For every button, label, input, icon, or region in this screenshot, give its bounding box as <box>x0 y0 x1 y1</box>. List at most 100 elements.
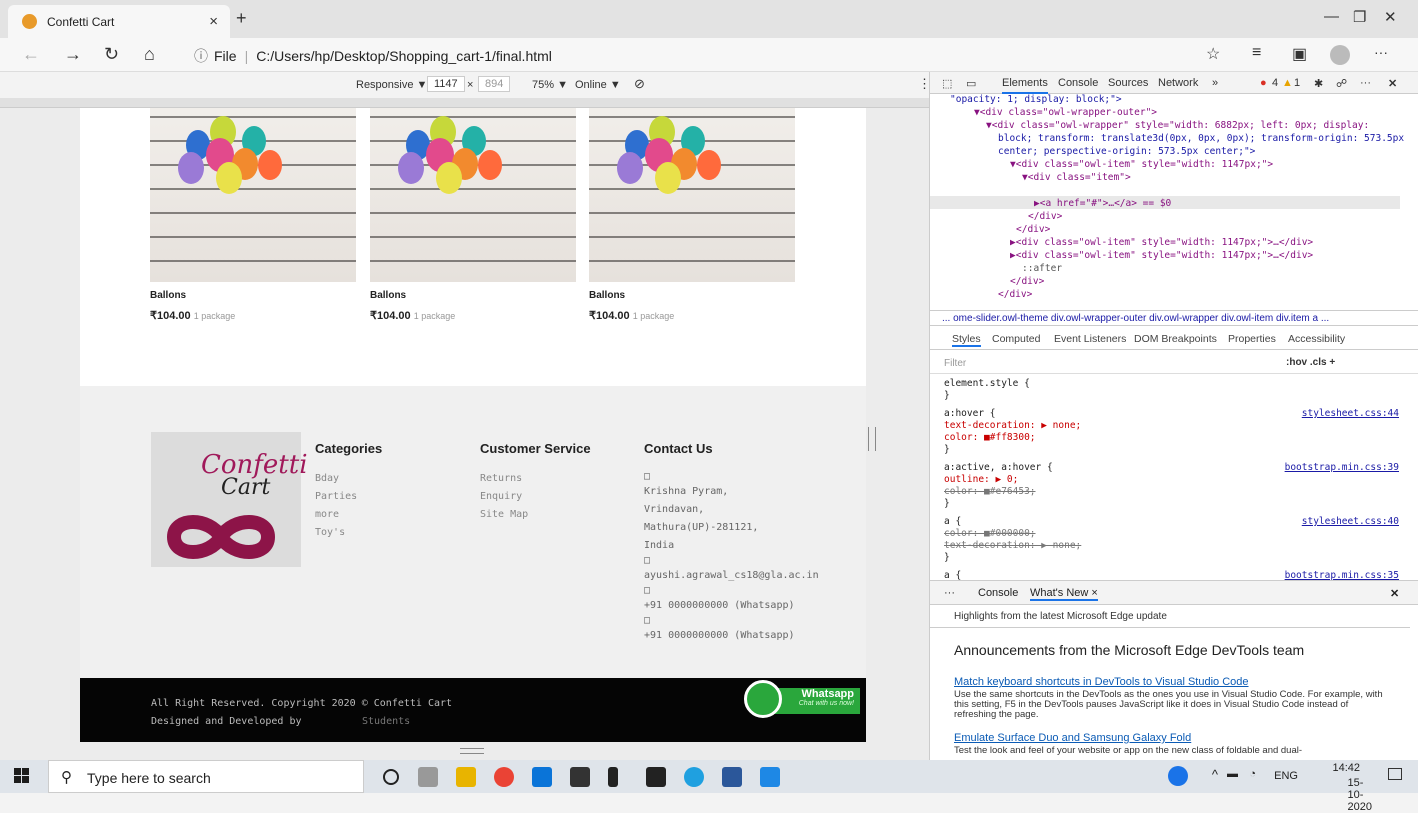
style-source-link[interactable]: bootstrap.min.css:39 <box>1285 462 1399 473</box>
tab-styles[interactable]: Styles <box>952 333 981 347</box>
category-link[interactable]: Bday <box>315 470 382 488</box>
device-toggle-icon[interactable]: ▭ <box>966 77 976 90</box>
favorite-star-icon[interactable]: ☆ <box>1206 44 1220 64</box>
dom-line[interactable]: </div> <box>1016 224 1050 235</box>
favorites-list-icon[interactable]: ≡ <box>1252 44 1261 62</box>
devtools-menu-icon[interactable]: ··· <box>1360 77 1371 89</box>
style-rule[interactable]: a { <box>944 516 961 527</box>
settings-more-icon[interactable]: ··· <box>1374 44 1388 60</box>
service-link[interactable]: Returns <box>480 470 591 488</box>
device-menu-icon[interactable]: ⋮ <box>918 76 929 92</box>
tab-confetti-cart[interactable]: Confetti Cart × <box>8 5 230 38</box>
dom-line[interactable]: ▼<div class="owl-item" style="width: 114… <box>1010 159 1273 170</box>
dom-line[interactable]: center; perspective-origin: 573.5px cent… <box>998 146 1255 157</box>
service-link[interactable]: Enquiry <box>480 488 591 506</box>
style-rule[interactable]: a:active, a:hover { <box>944 462 1053 473</box>
refresh-icon[interactable]: ↻ <box>104 44 119 65</box>
dom-line[interactable]: </div> <box>998 289 1032 300</box>
style-source-link[interactable]: stylesheet.css:40 <box>1302 516 1399 527</box>
style-property[interactable]: text-decoration: ▶ none; <box>944 420 1081 431</box>
back-icon[interactable]: ← <box>22 44 40 65</box>
viewport-height-input[interactable]: 894 <box>478 76 511 92</box>
dom-line-selected[interactable]: ▶<a href="#">…</a> == $0 <box>1034 198 1171 209</box>
info-icon[interactable]: ⓘ <box>194 48 208 64</box>
forward-icon[interactable]: → <box>64 44 82 65</box>
designed-by-link[interactable]: Students <box>362 716 410 727</box>
cortana-icon[interactable] <box>383 769 399 785</box>
tab-event-listeners[interactable]: Event Listeners <box>1054 333 1126 345</box>
tab-network[interactable]: Network <box>1158 77 1198 89</box>
error-icon[interactable]: ● <box>1260 77 1267 89</box>
rotate-icon[interactable]: ⊘ <box>634 76 645 92</box>
filter-input[interactable]: Filter <box>944 358 966 369</box>
viewport-width-input[interactable]: 1147 <box>427 76 465 92</box>
dom-line[interactable]: ▼<div class="owl-wrapper-outer"> <box>974 107 1157 118</box>
tab-computed[interactable]: Computed <box>992 333 1040 345</box>
close-window-button[interactable]: ✕ <box>1384 8 1397 26</box>
url-field[interactable]: ⓘ File | C:/Users/hp/Desktop/Shopping_cart-… <box>194 46 552 66</box>
devtools-close-icon[interactable]: ✕ <box>1388 77 1397 90</box>
service-link[interactable]: Site Map <box>480 506 591 524</box>
drawer-tab-console[interactable]: Console <box>978 587 1018 599</box>
dom-line[interactable]: ▶<div class="owl-item" style="width: 114… <box>1010 250 1313 261</box>
tab-dom-breakpoints[interactable]: DOM Breakpoints <box>1134 333 1217 345</box>
category-link[interactable]: Parties <box>315 488 382 506</box>
vscode-icon[interactable] <box>760 767 780 787</box>
profile-avatar[interactable] <box>1330 45 1350 65</box>
resize-handle-right[interactable] <box>868 427 876 451</box>
tab-properties[interactable]: Properties <box>1228 333 1276 345</box>
dom-line[interactable]: ::after <box>1022 263 1062 274</box>
maximize-button[interactable]: ❐ <box>1353 8 1366 26</box>
zoom-dropdown[interactable]: 75% ▼ <box>532 79 568 91</box>
contact-email[interactable]: ayushi.agrawal_cs18@gla.ac.in <box>644 567 819 585</box>
minimize-button[interactable]: — <box>1324 8 1339 25</box>
taskbar-search[interactable]: ⚲ Type here to search <box>48 760 364 793</box>
help-icon[interactable] <box>1168 766 1188 786</box>
style-property[interactable]: color: ■#ff8300; <box>944 432 1036 443</box>
battery-icon[interactable]: ▬ <box>1227 768 1238 780</box>
dropbox-icon[interactable] <box>646 767 666 787</box>
new-tab-button[interactable]: + <box>236 8 247 29</box>
language-indicator[interactable]: ENG <box>1274 770 1298 782</box>
windows-start-icon[interactable] <box>14 768 30 784</box>
dom-line[interactable]: "opacity: 1; display: block;"> <box>950 94 1122 105</box>
network-dropdown[interactable]: Online ▼ <box>575 79 621 91</box>
dom-line[interactable]: ▼<div class="owl-wrapper" style="width: … <box>986 120 1369 131</box>
app-icon[interactable] <box>608 767 618 787</box>
style-property[interactable]: outline: ▶ 0; <box>944 474 1018 485</box>
tab-close-icon[interactable]: × <box>209 13 218 30</box>
confetti-cart-logo[interactable]: Confetti Cart <box>151 432 308 567</box>
drawer-menu-icon[interactable]: ··· <box>944 587 955 599</box>
word-icon[interactable] <box>722 767 742 787</box>
file-explorer-icon[interactable] <box>456 767 476 787</box>
dom-line[interactable]: </div> <box>1028 211 1062 222</box>
media-query-ruler[interactable] <box>0 98 929 108</box>
resize-handle-bottom[interactable] <box>460 748 484 754</box>
chrome-icon[interactable] <box>494 767 514 787</box>
dom-line[interactable]: block; transform: translate3d(0px, 0px, … <box>998 133 1404 144</box>
dom-line[interactable]: ▶<div class="owl-item" style="width: 114… <box>1010 237 1313 248</box>
product-image[interactable] <box>370 108 576 282</box>
feedback-icon[interactable]: ☍ <box>1336 77 1347 90</box>
product-card[interactable]: Ballons ₹104.00 1 package <box>150 108 356 322</box>
inspect-icon[interactable]: ⬚ <box>942 77 952 90</box>
dom-tree[interactable]: "opacity: 1; display: block;"> ▼<div cla… <box>930 94 1418 310</box>
filter-tools[interactable]: :hov .cls + <box>1286 357 1335 368</box>
responsive-dropdown[interactable]: Responsive ▼ <box>356 79 427 91</box>
product-image[interactable] <box>150 108 356 282</box>
task-view-icon[interactable] <box>418 767 438 787</box>
mail-icon[interactable] <box>532 767 552 787</box>
tab-accessibility[interactable]: Accessibility <box>1288 333 1345 345</box>
warning-icon[interactable]: ▲ <box>1282 77 1293 89</box>
edge-icon[interactable] <box>684 767 704 787</box>
wifi-icon[interactable]: ◔ <box>1249 768 1256 780</box>
style-rule[interactable]: element.style { <box>944 378 1030 389</box>
element-breadcrumb[interactable]: ... ome-slider.owl-theme div.owl-wrapper… <box>930 310 1418 326</box>
collections-icon[interactable]: ▣ <box>1292 44 1307 64</box>
tray-chevron-icon[interactable]: ^ <box>1212 767 1218 782</box>
notifications-icon[interactable] <box>1388 768 1402 780</box>
tab-elements[interactable]: Elements <box>1002 77 1048 94</box>
settings-icon[interactable]: ✱ <box>1314 77 1323 90</box>
category-link[interactable]: Toy's <box>315 524 382 542</box>
dom-line[interactable]: ▼<div class="item"> <box>1022 172 1131 183</box>
